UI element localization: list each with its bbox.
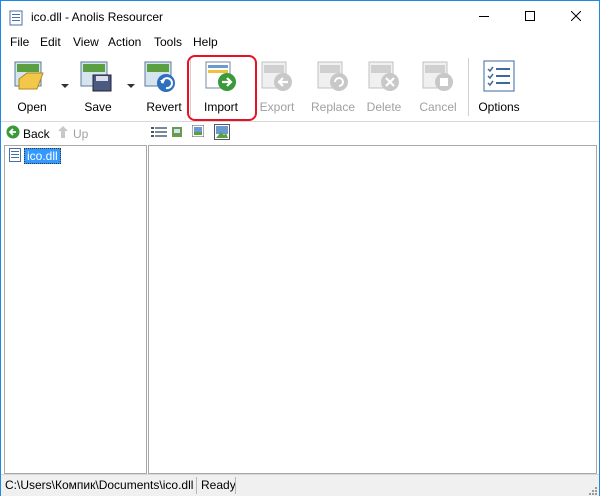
replace-button[interactable]: Replace — [305, 54, 361, 120]
delete-icon — [367, 59, 401, 93]
back-label: Back — [23, 126, 50, 141]
options-checklist-icon — [482, 59, 516, 93]
close-button[interactable] — [553, 1, 599, 33]
options-label: Options — [478, 100, 520, 114]
status-separator — [235, 477, 236, 494]
revert-icon — [143, 59, 177, 93]
up-label: Up — [73, 126, 89, 141]
details-view-icon[interactable] — [151, 126, 167, 141]
open-dropdown-arrow-icon[interactable] — [61, 84, 69, 88]
document-icon — [9, 10, 23, 26]
file-icon — [9, 147, 21, 165]
minimize-button[interactable] — [461, 1, 507, 33]
maximize-icon — [525, 10, 535, 24]
medium-icons-view-icon[interactable] — [191, 124, 205, 140]
save-button[interactable]: Save — [71, 54, 125, 120]
menu-view[interactable]: View — [73, 35, 99, 49]
small-icons-view-icon[interactable] — [172, 126, 182, 140]
up-folder-icon — [56, 125, 70, 142]
cancel-icon — [421, 59, 455, 93]
export-icon — [260, 59, 294, 93]
status-bar: C:\Users\Компик\Documents\ico.dll Ready — [1, 474, 599, 496]
close-icon — [570, 10, 582, 24]
window-title: ico.dll - Anolis Resourcer — [31, 10, 164, 24]
status-separator — [196, 477, 197, 494]
resize-grip-icon[interactable] — [587, 484, 597, 495]
open-label: Open — [17, 100, 47, 114]
delete-button[interactable]: Delete — [361, 54, 407, 120]
export-label: Export — [259, 100, 295, 114]
up-button[interactable]: Up — [56, 125, 88, 142]
menu-help[interactable]: Help — [193, 35, 218, 49]
resource-content-pane[interactable] — [148, 145, 597, 474]
view-mode-bar — [148, 122, 599, 144]
tree-item[interactable]: ico.dll — [9, 147, 61, 165]
title-bar[interactable]: ico.dll - Anolis Resourcer — [1, 1, 599, 33]
status-text: Ready — [201, 478, 236, 492]
replace-label: Replace — [310, 100, 356, 114]
save-label: Save — [84, 100, 112, 114]
delete-label: Delete — [366, 100, 402, 114]
menu-edit[interactable]: Edit — [40, 35, 61, 49]
menu-bar: File Edit View Action Tools Help — [1, 33, 599, 53]
cancel-button[interactable]: Cancel — [413, 54, 463, 120]
toolbar: Open Save Revert Import Export Replace D… — [1, 54, 599, 122]
navigation-bar: Back Up — [1, 122, 147, 144]
tree-item-label: ico.dll — [24, 148, 61, 164]
open-button[interactable]: Open — [5, 54, 59, 120]
app-window: ico.dll - Anolis Resourcer File Edit Vie… — [0, 0, 600, 496]
revert-button[interactable]: Revert — [137, 54, 191, 120]
export-button[interactable]: Export — [251, 54, 303, 120]
replace-icon — [316, 59, 350, 93]
status-file-path: C:\Users\Компик\Documents\ico.dll — [5, 478, 194, 492]
save-dropdown-arrow-icon[interactable] — [127, 84, 135, 88]
large-icons-view-icon[interactable] — [214, 124, 230, 143]
open-folder-icon — [13, 59, 47, 93]
maximize-button[interactable] — [507, 1, 553, 33]
back-arrow-icon — [6, 125, 20, 142]
minimize-icon — [479, 10, 489, 24]
cancel-label: Cancel — [419, 100, 457, 114]
import-highlight-annotation — [187, 55, 257, 121]
options-button[interactable]: Options — [471, 54, 527, 120]
save-disk-icon — [79, 59, 113, 93]
menu-file[interactable]: File — [10, 35, 29, 49]
menu-action[interactable]: Action — [108, 35, 141, 49]
menu-tools[interactable]: Tools — [154, 35, 182, 49]
resource-tree-pane[interactable]: ico.dll — [4, 145, 147, 474]
toolbar-separator — [468, 58, 469, 116]
revert-label: Revert — [146, 100, 182, 114]
back-button[interactable]: Back — [6, 125, 50, 142]
